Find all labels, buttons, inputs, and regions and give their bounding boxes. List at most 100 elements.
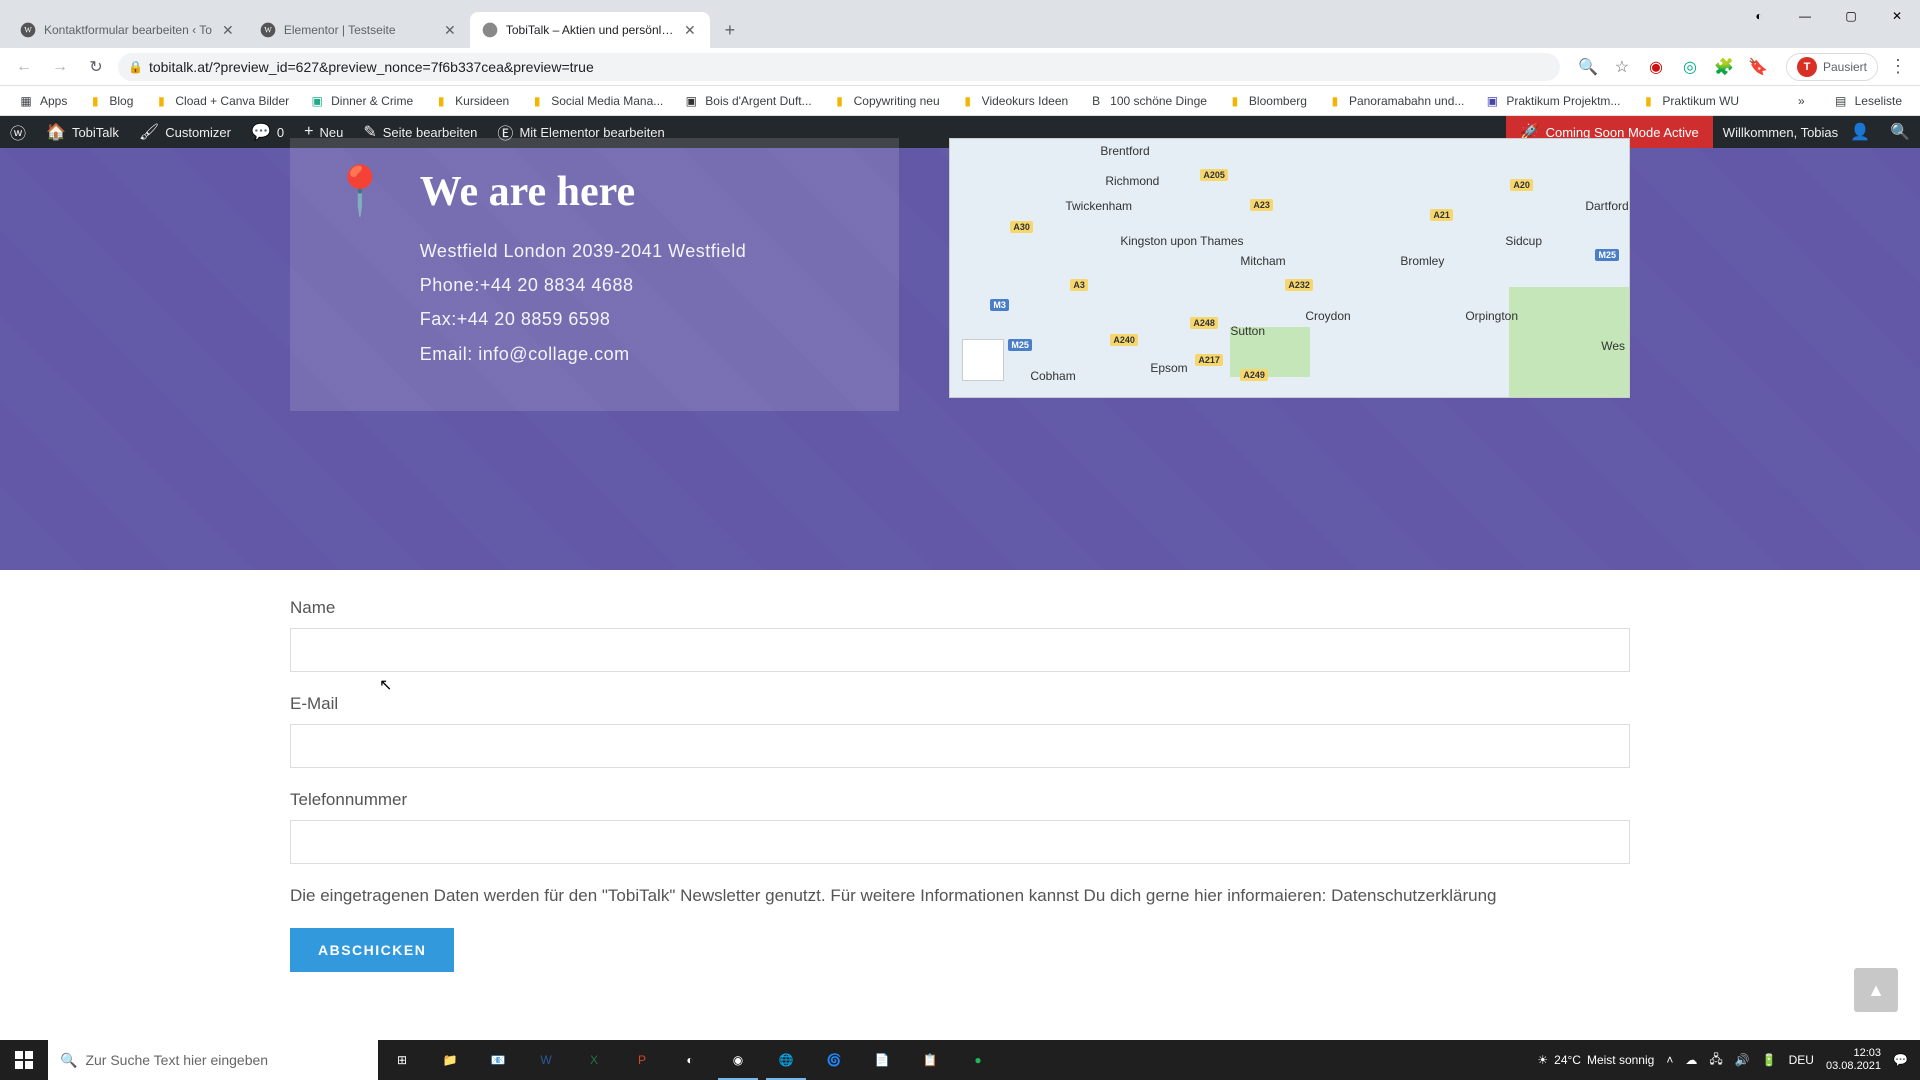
bookmark-item[interactable]: ▮Cload + Canva Bilder [145, 89, 297, 113]
start-button[interactable] [0, 1040, 48, 1080]
browser-tab-strip: W Kontaktformular bearbeiten ‹ To ✕ W El… [0, 0, 1920, 48]
bookmark-item[interactable]: ▮Bloomberg [1219, 89, 1315, 113]
bookmark-item[interactable]: ▮Panoramabahn und... [1319, 89, 1472, 113]
file-explorer-icon[interactable]: 📁 [426, 1040, 474, 1080]
bookmark-item[interactable]: ▮Social Media Mana... [521, 89, 671, 113]
wordpress-icon: ⓦ [10, 120, 26, 144]
apps-button[interactable]: ▦Apps [10, 89, 75, 113]
avatar-icon: 👤 [1850, 122, 1870, 142]
bookmark-icon[interactable]: 🔖 [1748, 57, 1768, 77]
app-icon[interactable]: ◐ [666, 1040, 714, 1080]
name-input[interactable] [290, 628, 1630, 672]
close-icon[interactable]: ✕ [220, 22, 236, 38]
bookmark-item[interactable]: ▮Videokurs Ideen [952, 89, 1077, 113]
folder-icon: ▮ [1227, 93, 1243, 109]
extension-icon[interactable]: ◎ [1680, 57, 1700, 77]
tray-chevron-icon[interactable]: ˄ [1666, 1053, 1673, 1067]
site-icon: ▣ [683, 93, 699, 109]
search-icon: 🔍 [60, 1052, 77, 1069]
bookmark-item[interactable]: ▣Bois d'Argent Duft... [675, 89, 819, 113]
close-window-button[interactable]: ✕ [1874, 0, 1920, 32]
zoom-icon[interactable]: 🔍 [1578, 57, 1598, 77]
browser-tab-3[interactable]: TobiTalk – Aktien und persönlich ✕ [470, 12, 710, 48]
site-icon: B [1088, 93, 1104, 109]
location-address: Westfield London 2039-2041 Westfield [420, 234, 747, 268]
site-icon [482, 22, 498, 38]
account-icon[interactable]: ◐ [1736, 0, 1782, 32]
comments-link[interactable]: 💬0 [241, 116, 294, 148]
bookmark-star-icon[interactable]: ☆ [1612, 57, 1632, 77]
email-input[interactable] [290, 724, 1630, 768]
sun-icon: ☀ [1537, 1053, 1548, 1067]
close-icon[interactable]: ✕ [442, 22, 458, 38]
bookmark-item[interactable]: ▮Praktikum WU [1632, 89, 1747, 113]
chrome-menu-button[interactable]: ⋮ [1886, 56, 1910, 77]
embedded-map[interactable]: Brentford Richmond Twickenham Kingston u… [949, 138, 1630, 398]
maximize-button[interactable]: ▢ [1828, 0, 1874, 32]
battery-icon[interactable]: 🔋 [1762, 1053, 1777, 1067]
folder-icon: ▮ [960, 93, 976, 109]
extension-icon[interactable]: ◉ [1646, 57, 1666, 77]
user-menu[interactable]: Willkommen, Tobias👤 [1713, 116, 1880, 148]
site-icon: ▣ [1484, 93, 1500, 109]
volume-icon[interactable]: 🔊 [1735, 1053, 1750, 1067]
powerpoint-icon[interactable]: P [618, 1040, 666, 1080]
folder-icon: ▮ [433, 93, 449, 109]
reload-button[interactable]: ↻ [82, 53, 110, 81]
folder-icon: ▮ [529, 93, 545, 109]
extensions-menu-icon[interactable]: 🧩 [1714, 57, 1734, 77]
search-toggle[interactable]: 🔍 [1880, 116, 1920, 148]
taskbar-search[interactable]: 🔍Zur Suche Text hier eingeben [48, 1040, 378, 1080]
location-heading: We are here [420, 168, 747, 216]
brush-icon: 🖌 [139, 122, 159, 142]
forward-button[interactable]: → [46, 53, 74, 81]
bookmark-item[interactable]: ▣Dinner & Crime [301, 89, 421, 113]
browser-tab-2[interactable]: W Elementor | Testseite ✕ [248, 12, 470, 48]
notifications-icon[interactable]: 💬 [1893, 1053, 1908, 1067]
map-control-button[interactable] [962, 339, 1004, 381]
network-icon[interactable]: 🖧 [1709, 1050, 1722, 1071]
bookmark-item[interactable]: ▣Praktikum Projektm... [1476, 89, 1628, 113]
browser-tab-1[interactable]: W Kontaktformular bearbeiten ‹ To ✕ [8, 12, 248, 48]
bookmarks-overflow[interactable]: » [1790, 89, 1813, 113]
obs-icon[interactable]: ◉ [714, 1040, 762, 1080]
location-fax: Fax:+44 20 8859 6598 [420, 302, 747, 336]
windows-taskbar: 🔍Zur Suche Text hier eingeben ⊞ 📁 📧 W X … [0, 1040, 1920, 1080]
submit-button[interactable]: Abschicken [290, 928, 454, 972]
profile-button[interactable]: T Pausiert [1786, 53, 1878, 81]
svg-text:W: W [264, 26, 272, 35]
site-name[interactable]: 🏠TobiTalk [36, 116, 129, 148]
folder-icon: ▮ [1640, 93, 1656, 109]
bookmark-item[interactable]: B100 schöne Dinge [1080, 89, 1215, 113]
app-icon[interactable]: 📋 [906, 1040, 954, 1080]
folder-icon: ▮ [832, 93, 848, 109]
spotify-icon[interactable]: ● [954, 1040, 1002, 1080]
weather-widget[interactable]: ☀ 24°C Meist sonnig [1537, 1053, 1654, 1067]
wp-logo[interactable]: ⓦ [0, 116, 36, 148]
back-button[interactable]: ← [10, 53, 38, 81]
chrome-icon[interactable]: 🌐 [762, 1040, 810, 1080]
app-icon[interactable]: 📄 [858, 1040, 906, 1080]
bookmark-item[interactable]: ▮Kursideen [425, 89, 517, 113]
onedrive-icon[interactable]: ☁ [1685, 1053, 1697, 1067]
browser-toolbar: ← → ↻ 🔒 tobitalk.at/?preview_id=627&prev… [0, 48, 1920, 86]
mail-icon[interactable]: 📧 [474, 1040, 522, 1080]
task-view-button[interactable]: ⊞ [378, 1040, 426, 1080]
clock[interactable]: 12:03 03.08.2021 [1826, 1047, 1881, 1073]
bookmark-item[interactable]: ▮Copywriting neu [824, 89, 948, 113]
close-icon[interactable]: ✕ [682, 22, 698, 38]
url-text: tobitalk.at/?preview_id=627&preview_nonc… [149, 59, 594, 75]
address-bar[interactable]: 🔒 tobitalk.at/?preview_id=627&preview_no… [118, 53, 1560, 81]
language-indicator[interactable]: DEU [1789, 1053, 1814, 1067]
new-tab-button[interactable]: + [716, 16, 744, 44]
bookmark-item[interactable]: ▮Blog [79, 89, 141, 113]
excel-icon[interactable]: X [570, 1040, 618, 1080]
scroll-to-top-button[interactable]: ▲ [1854, 968, 1898, 1012]
edge-icon[interactable]: 🌀 [810, 1040, 858, 1080]
phone-input[interactable] [290, 820, 1630, 864]
customizer-link[interactable]: 🖌Customizer [129, 116, 241, 148]
word-icon[interactable]: W [522, 1040, 570, 1080]
reading-list-button[interactable]: ▤Leseliste [1825, 89, 1910, 113]
minimize-button[interactable]: — [1782, 0, 1828, 32]
list-icon: ▤ [1833, 93, 1849, 109]
